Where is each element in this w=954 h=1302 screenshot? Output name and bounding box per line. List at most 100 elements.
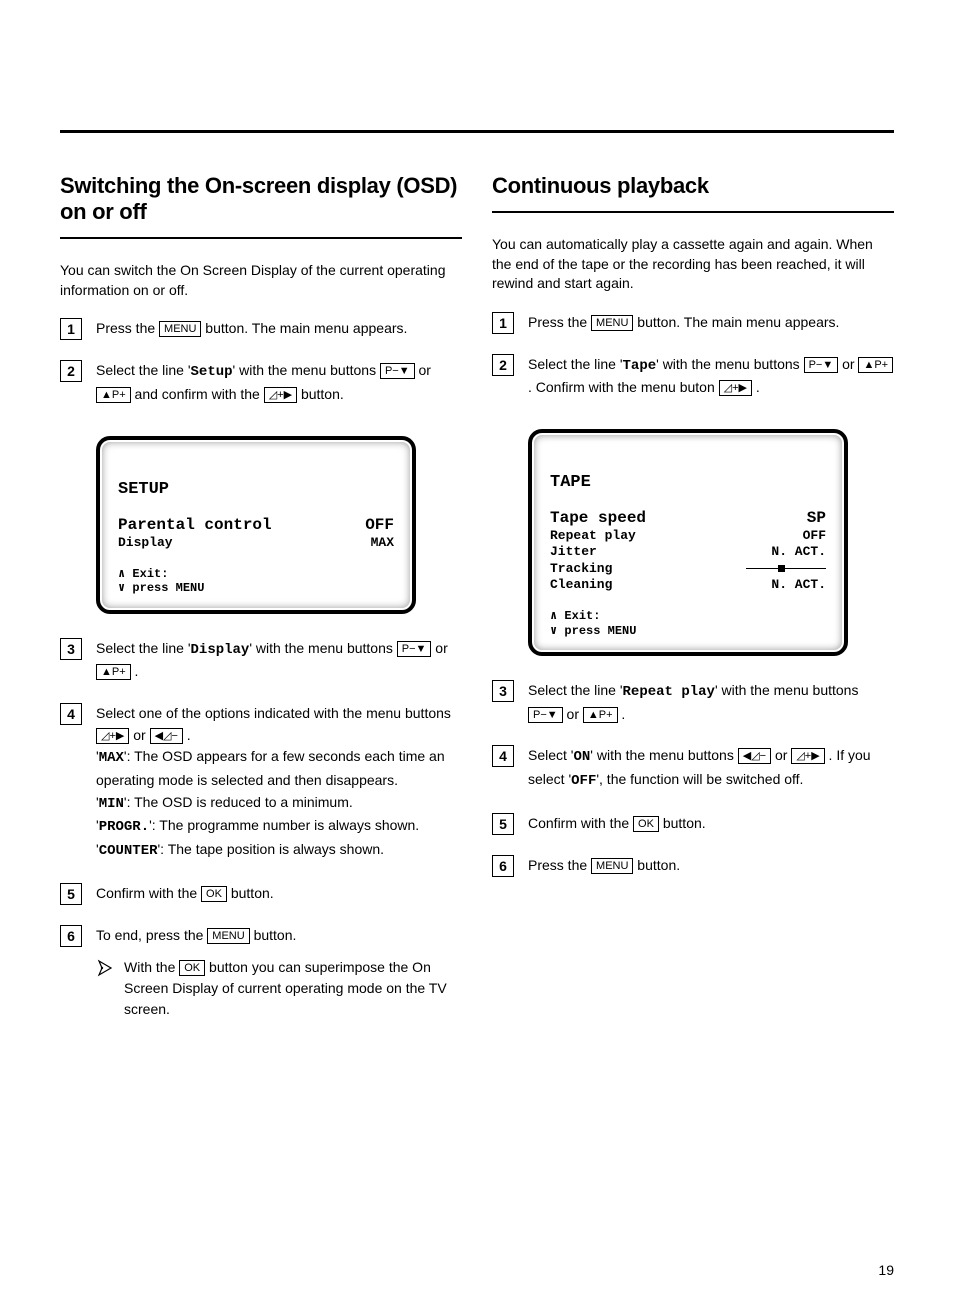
text: ' with the menu buttons	[656, 356, 803, 372]
step-1-right: 1 Press the MENU button. The main menu a…	[492, 312, 894, 334]
text: or	[431, 640, 447, 656]
step-number: 1	[60, 318, 82, 340]
text: or	[129, 727, 149, 743]
osd-key: Jitter	[550, 544, 597, 560]
step-3-left: 3 Select the line 'Display' with the men…	[60, 638, 462, 683]
text: Select the line '	[96, 362, 191, 378]
heading-continuous: Continuous playback	[492, 173, 894, 213]
heading-osd: Switching the On-screen display (OSD) on…	[60, 173, 462, 239]
osd-val: OFF	[803, 528, 826, 544]
text: Select the line '	[96, 640, 191, 656]
text: ' with the menu buttons	[233, 362, 380, 378]
osd-row-gauge: Tracking	[550, 561, 826, 577]
ok-button-label: OK	[179, 960, 205, 976]
right-button: ◿+▶	[96, 728, 129, 744]
step-body: Press the MENU button. The main menu app…	[96, 318, 462, 340]
p-down-button: P−▼	[397, 641, 432, 657]
osd-exit: ∧ Exit: ∨ press MENU	[550, 609, 826, 638]
menu-button-label: MENU	[591, 858, 633, 874]
text: button. The main menu appears.	[201, 320, 407, 336]
mono: ON	[573, 749, 590, 765]
text: ' with the menu buttons	[590, 747, 737, 763]
ok-button-label: OK	[201, 886, 227, 902]
gauge-line	[746, 568, 826, 569]
p-up-button: ▲P+	[583, 707, 618, 723]
left-button: ◀◿−	[738, 748, 771, 764]
text: To end, press the	[96, 927, 207, 943]
step-6-right: 6 Press the MENU button.	[492, 855, 894, 877]
osd-key: Cleaning	[550, 577, 612, 593]
text: ' with the menu buttons	[249, 640, 396, 656]
p-down-button: P−▼	[804, 357, 839, 373]
text: ': The OSD is reduced to a minimum.	[124, 794, 353, 810]
text: or	[415, 362, 431, 378]
step-number: 2	[492, 354, 514, 376]
text: Confirm with the	[96, 885, 201, 901]
osd-key: Display	[118, 535, 173, 551]
ok-button-label: OK	[633, 816, 659, 832]
text: or	[838, 356, 858, 372]
step-6-left: 6 To end, press the MENU button.	[60, 925, 462, 947]
text: Confirm with the	[528, 815, 633, 831]
osd-row: Tape speed SP	[550, 508, 826, 528]
step-number: 5	[60, 883, 82, 905]
step-4-right: 4 Select 'ON' with the menu buttons ◀◿− …	[492, 745, 894, 792]
tip-icon	[96, 959, 114, 983]
osd-key: Parental control	[118, 515, 272, 535]
osd-title: TAPE	[550, 473, 826, 492]
left-column: Switching the On-screen display (OSD) on…	[60, 173, 462, 1020]
menu-button-label: MENU	[207, 928, 249, 944]
step-2-right: 2 Select the line 'Tape' with the menu b…	[492, 354, 894, 399]
step-5-left: 5 Confirm with the OK button.	[60, 883, 462, 905]
mono: MIN	[99, 796, 124, 812]
right-button: ◿+▶	[719, 380, 752, 396]
step-body: Select 'ON' with the menu buttons ◀◿− or…	[528, 745, 894, 792]
text: Select one of the options indicated with…	[96, 705, 451, 721]
text: ': The OSD appears for a few seconds eac…	[96, 748, 445, 788]
step-number: 1	[492, 312, 514, 334]
mono: Repeat play	[623, 684, 715, 700]
step-4-left: 4 Select one of the options indicated wi…	[60, 703, 462, 863]
text: and confirm with the	[131, 386, 264, 402]
p-up-button: ▲P+	[96, 387, 131, 403]
menu-button-label: MENU	[159, 321, 201, 337]
menu-button-label: MENU	[591, 315, 633, 331]
mono: Setup	[191, 364, 233, 380]
left-button: ◀◿−	[150, 728, 183, 744]
text: button.	[633, 857, 680, 873]
mono: MAX	[99, 750, 124, 766]
step-number: 2	[60, 360, 82, 382]
step-body: Select one of the options indicated with…	[96, 703, 462, 863]
mono: PROGR.	[99, 819, 149, 835]
exit-line: ∨ press MENU	[118, 581, 394, 595]
text: Press the	[528, 857, 591, 873]
osd-row: Parental control OFF	[118, 515, 394, 535]
osd-row: Display MAX	[118, 535, 394, 551]
text: button.	[659, 815, 706, 831]
exit-line: ∨ press MENU	[550, 624, 826, 638]
step-body: Select the line 'Repeat play' with the m…	[528, 680, 894, 725]
osd-val: N. ACT.	[771, 577, 826, 593]
step-number: 6	[492, 855, 514, 877]
mono: Tape	[623, 358, 657, 374]
columns: Switching the On-screen display (OSD) on…	[60, 173, 894, 1020]
text: Press the	[96, 320, 159, 336]
text: or	[563, 706, 583, 722]
right-button: ◿+▶	[791, 748, 824, 764]
step-body: Press the MENU button.	[528, 855, 894, 877]
step-body: To end, press the MENU button.	[96, 925, 462, 947]
top-rule	[60, 130, 894, 133]
text: ': The programme number is always shown.	[149, 817, 419, 833]
text: .	[131, 663, 139, 679]
step-3-right: 3 Select the line 'Repeat play' with the…	[492, 680, 894, 725]
step-number: 3	[492, 680, 514, 702]
osd-tape-screen: TAPE Tape speed SP Repeat play OFF Jitte…	[528, 429, 848, 656]
step-1-left: 1 Press the MENU button. The main menu a…	[60, 318, 462, 340]
right-column: Continuous playback You can automaticall…	[492, 173, 894, 1020]
osd-row: Cleaning N. ACT.	[550, 577, 826, 593]
osd-key: Repeat play	[550, 528, 636, 544]
exit-line: ∧ Exit:	[118, 567, 394, 581]
step-body: Confirm with the OK button.	[528, 813, 894, 835]
osd-title: SETUP	[118, 480, 394, 499]
osd-val: OFF	[365, 515, 394, 535]
